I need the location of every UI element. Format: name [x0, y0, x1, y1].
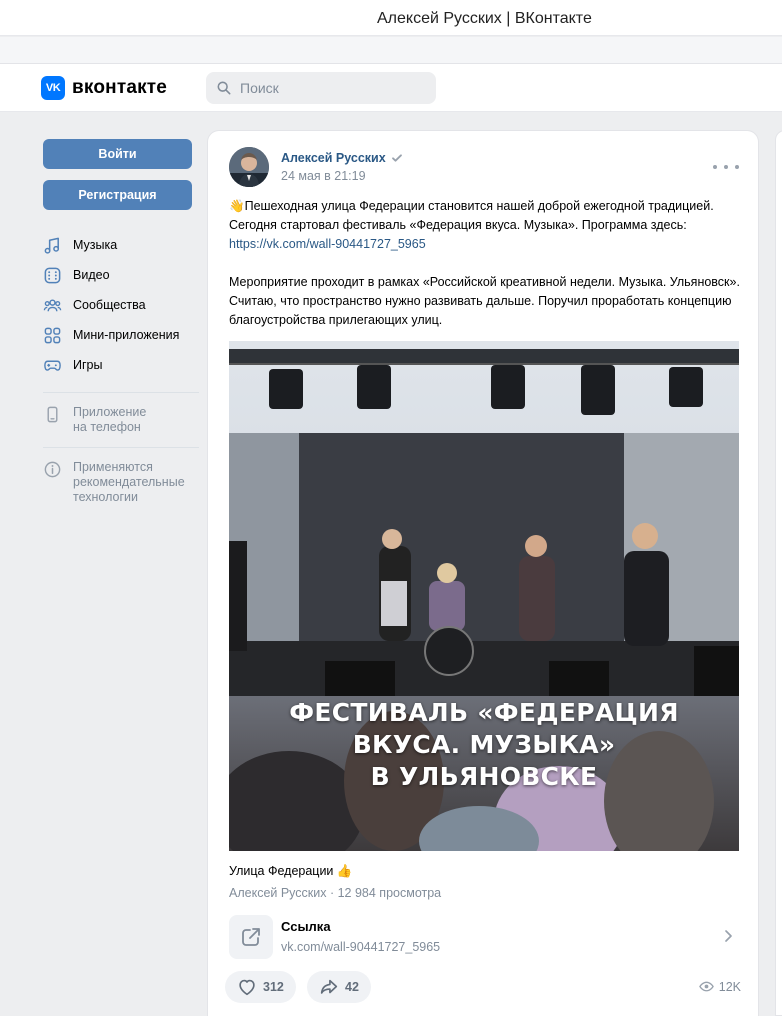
vk-logo[interactable]: VK вконтакте	[41, 76, 167, 100]
clip-meta: Алексей Русских · 12 984 просмотра	[229, 886, 442, 900]
sidebar-divider	[43, 447, 199, 448]
mobile-app-label-line1: Приложение	[73, 405, 147, 419]
sidebar-item-label: Игры	[73, 358, 103, 372]
browser-gap	[0, 37, 782, 64]
share-icon	[320, 979, 338, 994]
sidebar-item-mini-apps[interactable]: Мини-приложения	[43, 320, 201, 350]
mobile-app-label-line2: на телефон	[73, 420, 141, 434]
recommendations-label-line2: рекомендательные	[73, 475, 185, 489]
communities-icon	[43, 296, 62, 315]
phone-icon	[43, 405, 62, 424]
window-title-bar: Алексей Русских | ВКонтакте	[0, 0, 782, 36]
sidebar-item-label: Музыка	[73, 238, 118, 252]
eye-icon	[698, 981, 714, 992]
left-sidebar: Войти Регистрация Музыка Видео Сообществ…	[43, 139, 201, 505]
like-button[interactable]: 312	[225, 971, 296, 1003]
search-box[interactable]	[206, 72, 436, 104]
avatar-image	[229, 147, 269, 187]
media-caption-line3: В УЛЬЯНОВСКЕ	[370, 762, 598, 791]
media-caption-line2: ВКУСА. МУЗЫКА»	[352, 730, 616, 759]
views-counter: 12K	[698, 979, 741, 994]
post-text: 👋Пешеходная улица Федерации становится н…	[229, 197, 744, 349]
video-icon	[43, 266, 62, 285]
search-input[interactable]	[240, 80, 420, 96]
post-date[interactable]: 24 мая в 21:19	[281, 169, 366, 183]
media-caption-line1: ФЕСТИВАЛЬ «ФЕДЕРАЦИЯ	[289, 698, 679, 727]
clip-title[interactable]: Улица Федерации 👍	[229, 864, 352, 879]
views-count: 12K	[718, 979, 741, 994]
post-paragraph: 👋Пешеходная улица Федерации становится н…	[229, 197, 744, 254]
post-actions: 312 42 12K	[225, 971, 745, 1003]
mobile-app-label: Приложение на телефон	[73, 405, 146, 435]
link-title: Ссылка	[281, 919, 331, 934]
chevron-right-icon	[725, 930, 732, 942]
sidebar-divider	[43, 392, 199, 393]
post-program-link[interactable]: https://vk.com/wall-90441727_5965	[229, 237, 426, 251]
heart-icon	[239, 979, 255, 996]
vk-logo-text: вконтакте	[72, 77, 168, 98]
post-paragraph-text: Пешеходная улица Федерации становится на…	[229, 199, 714, 232]
window-title: Алексей Русских | ВКонтакте	[377, 10, 592, 27]
sidebar-item-communities[interactable]: Сообщества	[43, 290, 201, 320]
link-url: vk.com/wall-90441727_5965	[281, 940, 441, 954]
info-icon	[43, 460, 62, 479]
sidebar-item-games[interactable]: Игры	[43, 350, 201, 380]
post-paragraph: Мероприятие проходит в рамках «Российско…	[229, 275, 740, 327]
more-options-icon[interactable]	[713, 159, 739, 175]
recommendations-label-line3: технологии	[73, 490, 139, 504]
sidebar-item-label: Сообщества	[73, 298, 146, 312]
verified-check-icon	[391, 154, 402, 162]
post-author-name[interactable]: Алексей Русских	[281, 151, 386, 165]
site-header: VK вконтакте	[0, 64, 782, 112]
right-column-edge	[775, 130, 782, 1016]
register-button[interactable]: Регистрация	[43, 180, 192, 210]
mini-apps-icon	[43, 326, 62, 345]
music-note-icon	[43, 236, 62, 255]
sidebar-item-recommendations-info[interactable]: Применяются рекомендательные технологии	[43, 460, 201, 505]
sidebar-item-music[interactable]: Музыка	[43, 230, 201, 260]
post-video-thumbnail[interactable]: ФЕСТИВАЛЬ «ФЕДЕРАЦИЯ ВКУСА. МУЗЫКА» В УЛ…	[229, 341, 739, 851]
like-count: 312	[263, 980, 284, 994]
share-count: 42	[345, 980, 359, 994]
sidebar-item-video[interactable]: Видео	[43, 260, 201, 290]
avatar[interactable]	[229, 147, 269, 187]
login-button[interactable]: Войти	[43, 139, 192, 169]
sidebar-nav: Музыка Видео Сообщества Мини-приложения …	[43, 230, 201, 380]
wall-post: Алексей Русских 24 мая в 21:19 👋Пешеходн…	[207, 130, 759, 1016]
sidebar-item-label: Мини-приложения	[73, 328, 180, 342]
share-button[interactable]: 42	[307, 971, 371, 1003]
link-attachment[interactable]: Ссылка vk.com/wall-90441727_5965	[229, 913, 744, 959]
gamepad-icon	[43, 356, 62, 375]
external-link-icon	[229, 915, 273, 959]
recommendations-label-line1: Применяются	[73, 460, 153, 474]
sidebar-item-label: Видео	[73, 268, 110, 282]
media-caption: ФЕСТИВАЛЬ «ФЕДЕРАЦИЯ ВКУСА. МУЗЫКА» В УЛ…	[229, 697, 739, 793]
post-author[interactable]: Алексей Русских	[281, 151, 403, 165]
recommendations-label: Применяются рекомендательные технологии	[73, 460, 185, 505]
sidebar-item-mobile-app[interactable]: Приложение на телефон	[43, 405, 201, 435]
vk-logo-mark: VK	[41, 76, 65, 100]
search-icon	[217, 81, 231, 95]
wave-emoji: 👋	[229, 199, 245, 213]
